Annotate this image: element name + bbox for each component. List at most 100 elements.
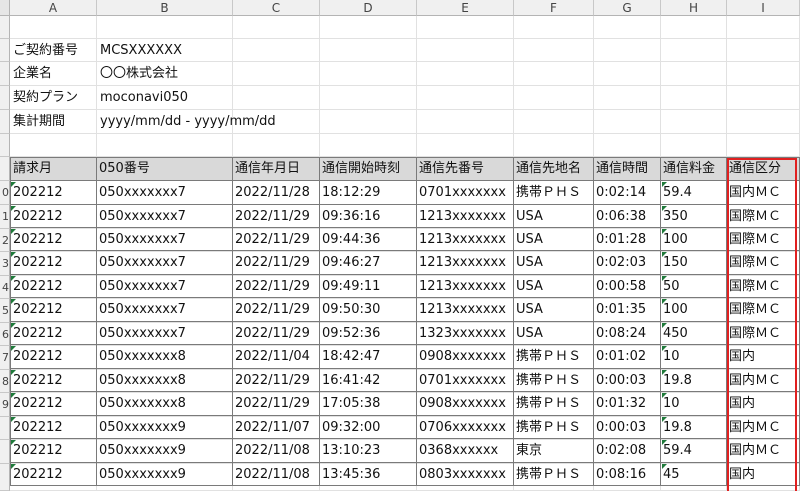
table-cell[interactable]: USA	[514, 275, 594, 298]
row-header[interactable]	[0, 62, 10, 86]
table-cell[interactable]: 202212	[10, 181, 97, 205]
table-cell[interactable]: USA	[514, 251, 594, 275]
table-cell[interactable]: 0706xxxxxxx	[417, 416, 514, 439]
table-cell[interactable]: 0:01:02	[594, 345, 661, 369]
table-cell[interactable]: 2022/11/08	[233, 439, 320, 463]
table-cell[interactable]: 0:01:28	[594, 228, 661, 251]
table-cell[interactable]: 050xxxxxxx9	[97, 463, 233, 486]
row-header[interactable]: 6	[0, 323, 10, 346]
table-cell[interactable]: 0:08:16	[594, 463, 661, 486]
row-header[interactable]	[0, 440, 10, 464]
table-cell[interactable]: 国内ＭＣ	[727, 416, 800, 439]
table-cell[interactable]: 202212	[10, 416, 97, 439]
table-cell[interactable]: 202212	[10, 439, 97, 463]
table-cell[interactable]: 202212	[10, 275, 97, 298]
table-cell[interactable]: 350	[661, 205, 727, 228]
table-cell[interactable]: 17:05:38	[320, 392, 417, 416]
table-header-cell[interactable]: 通信時間	[594, 157, 661, 181]
table-cell[interactable]: 0701xxxxxxx	[417, 181, 514, 205]
row-header[interactable]: 9	[0, 393, 10, 417]
row-header[interactable]	[0, 464, 10, 491]
table-cell[interactable]: 0:00:03	[594, 369, 661, 392]
table-cell[interactable]: 0:00:03	[594, 416, 661, 439]
column-header-c[interactable]: C	[233, 0, 320, 16]
table-cell[interactable]: 050xxxxxxx7	[97, 181, 233, 205]
table-cell[interactable]: 1213xxxxxxx	[417, 298, 514, 322]
table-cell[interactable]: 45	[661, 463, 727, 486]
table-cell[interactable]: 150	[661, 251, 727, 275]
table-cell[interactable]: 202212	[10, 322, 97, 345]
row-header[interactable]: 7	[0, 346, 10, 370]
table-cell[interactable]: 国際ＭＣ	[727, 322, 800, 345]
table-cell[interactable]: 050xxxxxxx8	[97, 345, 233, 369]
table-cell[interactable]: 0:01:32	[594, 392, 661, 416]
table-cell[interactable]: 2022/11/29	[233, 205, 320, 228]
column-header-f[interactable]: F	[514, 0, 594, 16]
table-cell[interactable]: 携帯ＰＨＳ	[514, 369, 594, 392]
column-header-a[interactable]: A	[10, 0, 97, 16]
row-header[interactable]: 1	[0, 205, 10, 229]
row-header[interactable]	[0, 16, 10, 39]
table-cell[interactable]: 202212	[10, 298, 97, 322]
table-cell[interactable]: USA	[514, 205, 594, 228]
table-header-cell[interactable]: 通信区分	[727, 157, 800, 181]
table-cell[interactable]: 国内ＭＣ	[727, 369, 800, 392]
table-header-cell[interactable]: 通信料金	[661, 157, 727, 181]
select-all-corner[interactable]	[0, 0, 10, 16]
table-cell[interactable]: 10	[661, 345, 727, 369]
column-header-d[interactable]: D	[320, 0, 417, 16]
table-cell[interactable]: 1213xxxxxxx	[417, 228, 514, 251]
table-cell[interactable]: USA	[514, 322, 594, 345]
table-cell[interactable]: 0:00:58	[594, 275, 661, 298]
table-cell[interactable]: 国際ＭＣ	[727, 251, 800, 275]
table-cell[interactable]: 2022/11/29	[233, 392, 320, 416]
table-cell[interactable]: 0:06:38	[594, 205, 661, 228]
table-cell[interactable]: 19.8	[661, 416, 727, 439]
table-cell[interactable]: 国際ＭＣ	[727, 228, 800, 251]
table-cell[interactable]: 050xxxxxxx7	[97, 322, 233, 345]
row-header[interactable]: 0	[0, 181, 10, 205]
table-cell[interactable]: 10	[661, 392, 727, 416]
table-cell[interactable]: 携帯ＰＨＳ	[514, 392, 594, 416]
row-header[interactable]: 8	[0, 370, 10, 393]
table-cell[interactable]: 国内ＭＣ	[727, 181, 800, 205]
table-cell[interactable]: 16:41:42	[320, 369, 417, 392]
table-cell[interactable]: 2022/11/29	[233, 275, 320, 298]
row-header[interactable]	[0, 86, 10, 110]
row-header[interactable]	[0, 157, 10, 181]
table-cell[interactable]: 0908xxxxxxx	[417, 345, 514, 369]
table-header-cell[interactable]: 通信先地名	[514, 157, 594, 181]
table-cell[interactable]: 202212	[10, 205, 97, 228]
table-cell[interactable]: 0908xxxxxxx	[417, 392, 514, 416]
table-cell[interactable]: 携帯ＰＨＳ	[514, 463, 594, 486]
table-cell[interactable]: 202212	[10, 228, 97, 251]
table-header-cell[interactable]: 050番号	[97, 157, 233, 181]
table-cell[interactable]: 国際ＭＣ	[727, 275, 800, 298]
table-cell[interactable]: 59.4	[661, 439, 727, 463]
table-cell[interactable]: 2022/11/28	[233, 181, 320, 205]
table-cell[interactable]: 050xxxxxxx7	[97, 275, 233, 298]
table-cell[interactable]: 2022/11/07	[233, 416, 320, 439]
column-header-g[interactable]: G	[594, 0, 661, 16]
table-cell[interactable]: 100	[661, 298, 727, 322]
table-cell[interactable]: 2022/11/29	[233, 322, 320, 345]
table-cell[interactable]: 202212	[10, 369, 97, 392]
table-cell[interactable]: 050xxxxxxx8	[97, 392, 233, 416]
table-cell[interactable]: 09:50:30	[320, 298, 417, 322]
table-cell[interactable]: 202212	[10, 345, 97, 369]
table-cell[interactable]: 450	[661, 322, 727, 345]
table-cell[interactable]: 13:45:36	[320, 463, 417, 486]
table-header-cell[interactable]: 請求月	[10, 157, 97, 181]
column-header-e[interactable]: E	[417, 0, 514, 16]
table-cell[interactable]: 050xxxxxxx7	[97, 298, 233, 322]
table-cell[interactable]: 国内ＭＣ	[727, 439, 800, 463]
table-cell[interactable]: 050xxxxxxx8	[97, 369, 233, 392]
table-cell[interactable]: 050xxxxxxx7	[97, 205, 233, 228]
table-cell[interactable]: USA	[514, 228, 594, 251]
table-header-cell[interactable]: 通信年月日	[233, 157, 320, 181]
row-header[interactable]: 5	[0, 299, 10, 323]
table-cell[interactable]: 202212	[10, 251, 97, 275]
table-cell[interactable]: 2022/11/29	[233, 298, 320, 322]
row-header[interactable]: 2	[0, 229, 10, 252]
spreadsheet[interactable]: A B C D E F G H I 0 1 2 3 4 5 6 7 8 9 ご契約番号 MCSXXXXXX 企業名 〇〇株式…	[0, 0, 800, 491]
